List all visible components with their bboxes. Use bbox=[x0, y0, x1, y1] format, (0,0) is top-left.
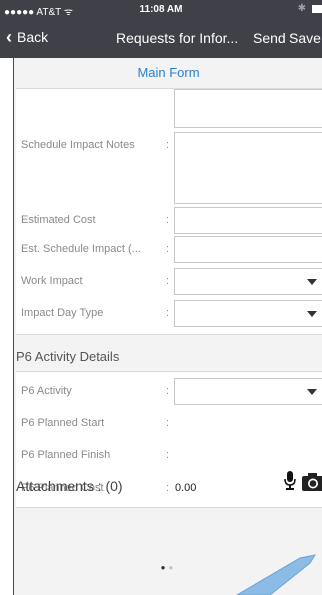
annotation-pointer-arrow bbox=[236, 554, 317, 595]
app-frame: ●●●●● AT&T ᯤ 11:08 AM ✱ ‹ Back Requests … bbox=[0, 0, 322, 595]
